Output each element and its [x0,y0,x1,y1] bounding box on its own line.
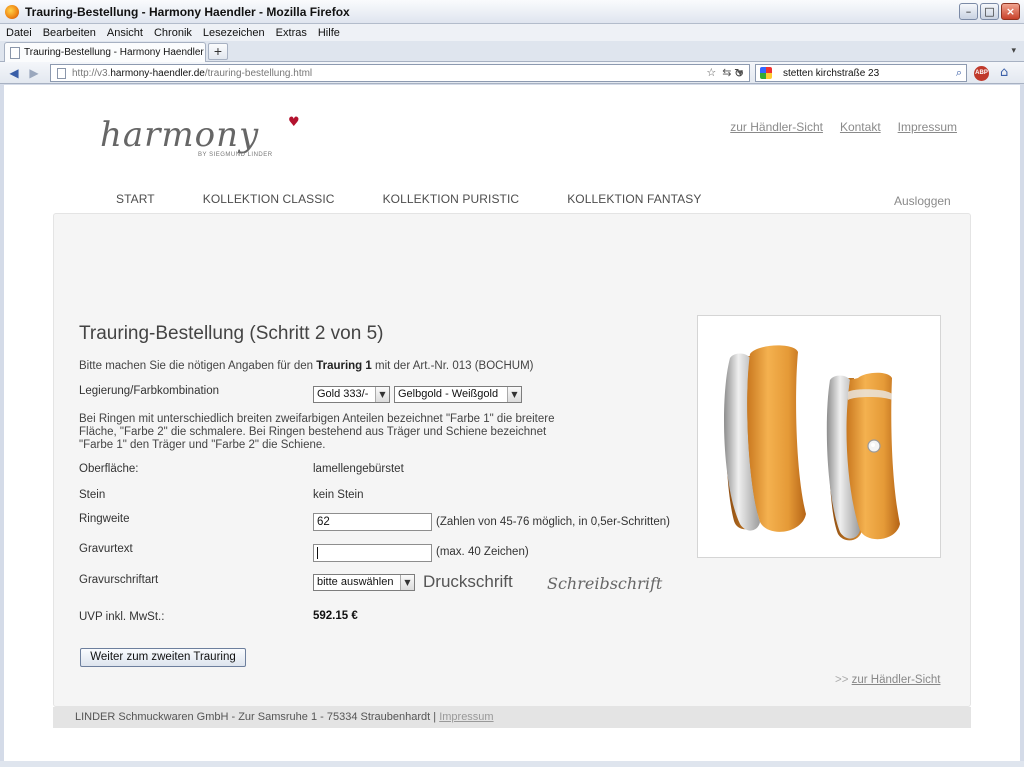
forward-arrow-icon[interactable]: ▶ [26,65,42,81]
engraving-font-label: Gravurschriftart [79,574,159,586]
engraving-font-select[interactable]: bitte auswählen ▼ [313,574,415,591]
tab-active[interactable]: Trauring-Bestellung - Harmony Haendler [4,42,206,62]
ring-image-frame [697,315,941,558]
footer-impressum-link[interactable]: Impressum [439,711,493,723]
price-value: 592.15 € [313,610,358,622]
close-button[interactable]: × [1001,3,1020,20]
search-bar[interactable]: stetten kirchstraße 23 ⌕ [755,64,967,82]
nav-kollektion-fantasy[interactable]: KOLLEKTION FANTASY [567,192,701,206]
page-footer: LINDER Schmuckwaren GmbH - Zur Samsruhe … [53,707,971,728]
tab-list-chevron-icon[interactable]: ▾ [1011,45,1016,56]
large-ring [724,345,806,532]
menu-bearbeiten[interactable]: Bearbeiten [43,27,96,39]
main-navigation: START KOLLEKTION CLASSIC KOLLEKTION PURI… [116,192,749,206]
tab-label: Trauring-Bestellung - Harmony Haendler [24,47,204,58]
back-arrow-icon[interactable]: ◀ [6,65,22,81]
harmony-logo[interactable]: harmony ♥ BY SIEGMUND LINDER [100,115,310,165]
link-haendler-sicht-bottom[interactable]: zur Händler-Sicht [852,674,941,686]
font-sample-script: Schreibschrift [547,574,663,593]
chevron-down-icon: ▼ [507,387,521,402]
menu-hilfe[interactable]: Hilfe [318,27,340,39]
logo-wordmark: harmony [100,115,260,155]
color-description: Bei Ringen mit unterschiedlich breiten z… [79,413,555,451]
ring-size-hint: (Zahlen von 45-76 möglich, in 0,5er-Schr… [436,516,670,528]
logout-link[interactable]: Ausloggen [894,194,951,208]
engraving-label: Gravurtext [79,543,133,555]
window-titlebar: Trauring-Bestellung - Harmony Haendler -… [0,0,1024,24]
menubar: Datei Bearbeiten Ansicht Chronik Lesezei… [0,24,1024,41]
ring-size-input[interactable]: 62 [313,513,432,531]
text-caret [317,546,318,559]
haendler-link-bottom: >> zur Händler-Sicht [835,674,941,686]
window-border-right [1020,85,1024,761]
page-icon [10,46,20,59]
window-controls: – □ × [959,3,1020,20]
home-icon[interactable]: ⌂ [1000,65,1008,80]
url-bar[interactable]: http://v3.harmony-haendler.de/trauring-b… [50,64,750,82]
maximize-button[interactable]: □ [980,3,999,20]
site-identity-icon [57,67,66,79]
page-viewport: harmony ♥ BY SIEGMUND LINDER zur Händler… [4,85,1020,761]
intro-text: Bitte machen Sie die nötigen Angaben für… [79,360,534,372]
menu-lesezeichen[interactable]: Lesezeichen [203,27,265,39]
navigation-toolbar: ◀ ▶ http://v3.harmony-haendler.de/trauri… [0,62,1024,84]
menu-datei[interactable]: Datei [6,27,32,39]
chevron-down-icon: ▼ [375,387,389,402]
link-impressum[interactable]: Impressum [898,120,957,134]
search-input[interactable]: stetten kirchstraße 23 [783,68,879,79]
chevron-down-icon: ▼ [400,575,414,590]
color-select[interactable]: Gelbgold - Weißgold ▼ [394,386,522,403]
statusbar [0,761,1024,767]
logo-subtext: BY SIEGMUND LINDER [198,152,273,158]
next-ring-button[interactable]: Weiter zum zweiten Trauring [80,648,246,667]
minimize-button[interactable]: – [959,3,978,20]
url-text: http://v3.harmony-haendler.de/trauring-b… [72,67,313,79]
page-title: Trauring-Bestellung (Schritt 2 von 5) [79,323,384,344]
font-sample-print: Druckschrift [423,572,513,591]
stone-value: kein Stein [313,489,364,501]
small-ring [826,372,900,541]
menu-extras[interactable]: Extras [276,27,307,39]
nav-start[interactable]: START [116,192,155,206]
top-links: zur Händler-Sicht Kontakt Impressum [730,120,957,134]
ring-number: Trauring 1 [316,360,372,372]
window-title: Trauring-Bestellung - Harmony Haendler -… [25,4,350,19]
alloy-label: Legierung/Farbkombination [79,385,220,397]
reload-icon[interactable]: ↻ [731,65,747,81]
footer-text: LINDER Schmuckwaren GmbH - Zur Samsruhe … [75,711,440,723]
nav-kollektion-puristic[interactable]: KOLLEKTION PURISTIC [383,192,520,206]
link-kontakt[interactable]: Kontakt [840,120,881,134]
nav-kollektion-classic[interactable]: KOLLEKTION CLASSIC [203,192,335,206]
search-engine-icon[interactable] [760,67,772,79]
bookmark-star-icon[interactable]: ☆ [706,66,716,79]
surface-label: Oberfläche: [79,463,139,475]
adblock-icon[interactable]: ABP [974,66,989,81]
firefox-logo-icon [5,4,19,19]
ring-size-label: Ringweite [79,513,130,525]
alloy-select[interactable]: Gold 333/- ▼ [313,386,390,403]
engraving-hint: (max. 40 Zeichen) [436,546,529,558]
link-haendler-sicht[interactable]: zur Händler-Sicht [730,120,823,134]
heart-icon: ♥ [288,115,300,130]
menu-ansicht[interactable]: Ansicht [107,27,143,39]
surface-value: lamellengebürstet [313,463,404,475]
new-tab-button[interactable]: + [208,43,228,60]
menu-chronik[interactable]: Chronik [154,27,192,39]
search-icon[interactable]: ⌕ [956,66,962,80]
engraving-input[interactable] [313,544,432,562]
stone-label: Stein [79,489,106,501]
wedding-rings-image [724,345,900,541]
price-label: UVP inkl. MwSt.: [79,611,165,623]
tabbar: Trauring-Bestellung - Harmony Haendler +… [0,41,1024,62]
